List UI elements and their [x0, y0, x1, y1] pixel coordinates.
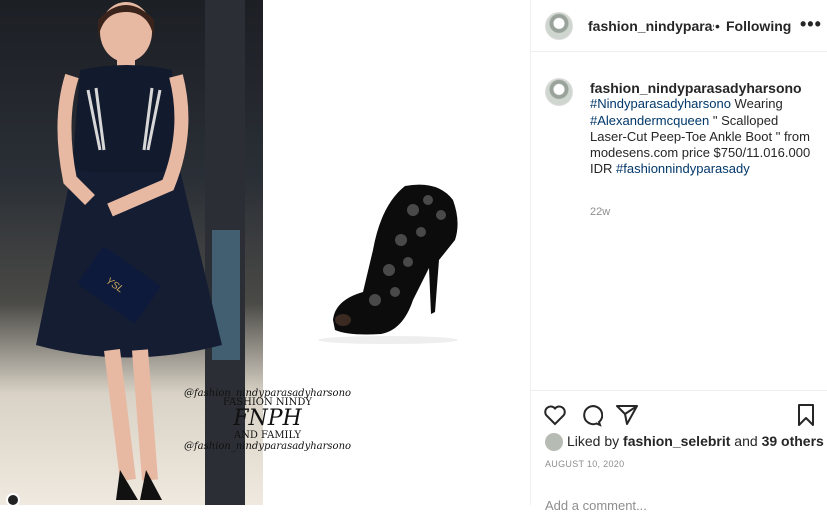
likes-others-link[interactable]: 39 others: [762, 433, 824, 449]
likes-summary: Liked by fashion_selebrit and 39 others: [545, 433, 824, 452]
watermark-line2: AND FAMILY: [233, 430, 302, 441]
post-sidebar: fashion_nindyparasadyharsono • Following…: [530, 0, 827, 513]
post-date[interactable]: AUGUST 10, 2020: [545, 459, 624, 469]
action-section: Liked by fashion_selebrit and 39 others …: [531, 390, 827, 513]
watermark-script-bottom: @fashion_nindyparasadyharsono: [183, 441, 352, 452]
like-heart-icon[interactable]: [543, 403, 567, 427]
liker-username-link[interactable]: fashion_selebrit: [623, 433, 730, 449]
caption-text: Wearing: [730, 96, 783, 112]
caption-timestamp[interactable]: 22w: [590, 206, 610, 218]
media-indicator-dot: [6, 493, 20, 505]
share-icon[interactable]: [615, 403, 639, 427]
hashtag-link[interactable]: #fashionnindyparasady: [616, 161, 750, 176]
likes-prefix: Liked by: [567, 433, 624, 449]
hashtag-link[interactable]: #Alexandermcqueen: [590, 113, 709, 128]
likes-middle: and: [730, 433, 762, 449]
hashtag-link[interactable]: #Nindyparasadyharsono: [590, 96, 731, 111]
more-options-icon[interactable]: •••: [800, 14, 822, 35]
watermark-logo: FNPH: [233, 406, 302, 431]
caption-avatar[interactable]: [545, 78, 573, 106]
liker-avatar[interactable]: [545, 433, 563, 452]
comment-icon[interactable]: [579, 403, 603, 427]
separator-dot: •: [715, 18, 720, 34]
instagram-post: YSL @fashion_nindyparasadyharsono FASHIO…: [0, 0, 827, 513]
caption: fashion_nindyparasadyharsono #Nindyparas…: [590, 80, 818, 178]
avatar[interactable]: [545, 12, 573, 40]
save-bookmark-icon[interactable]: [794, 403, 818, 427]
watermark: @fashion_nindyparasadyharsono FASHION NI…: [180, 388, 355, 452]
post-header: fashion_nindyparasadyharsono • Following…: [531, 0, 827, 52]
add-comment-input[interactable]: Add a comment...: [545, 498, 647, 513]
following-button[interactable]: Following: [726, 18, 791, 34]
post-media: YSL @fashion_nindyparasadyharsono FASHIO…: [0, 0, 530, 505]
header-username-link[interactable]: fashion_nindyparasadyharsono: [588, 18, 714, 34]
caption-username-link[interactable]: fashion_nindyparasadyharsono: [590, 80, 818, 96]
